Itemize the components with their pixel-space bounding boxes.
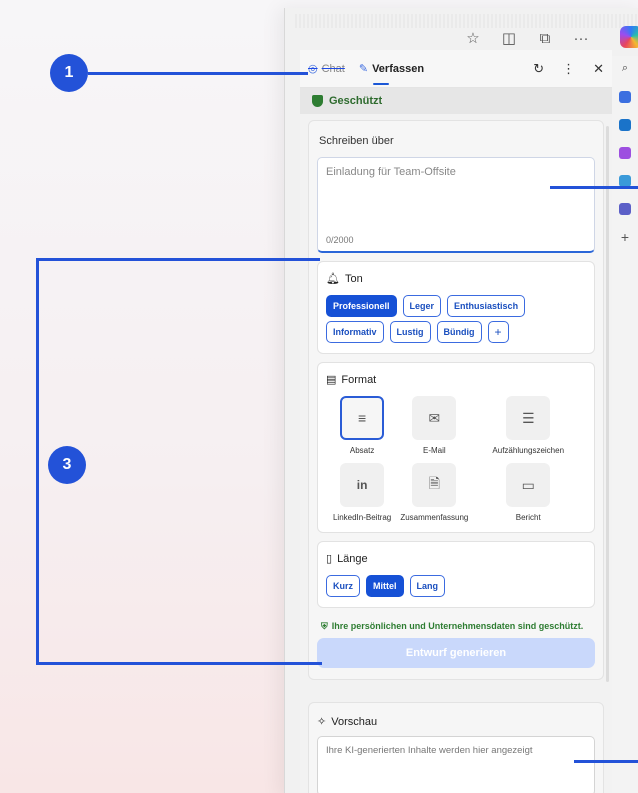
callout-3-line-bottom	[36, 662, 322, 665]
copilot-icon[interactable]	[620, 26, 638, 48]
paragraph-icon: ≡	[340, 396, 385, 440]
length-card: ▯ Länge Kurz Mittel Lang	[317, 541, 595, 608]
outlook-icon[interactable]	[619, 119, 631, 131]
write-about-label: Schreiben über	[319, 135, 394, 147]
compose-icon: ✎	[358, 63, 369, 75]
magic-wand-icon: ✧	[317, 716, 327, 728]
designer-icon[interactable]	[619, 147, 631, 159]
format-paragraph[interactable]: ≡ Absatz	[326, 396, 398, 455]
panel-actions: ↻ ⋮ ✕	[533, 61, 604, 77]
format-bullets[interactable]: ☰ Aufzählungszeichen	[470, 396, 586, 455]
preview-label: Vorschau	[331, 715, 378, 728]
close-icon[interactable]: ✕	[593, 61, 604, 77]
collections-icon[interactable]: ⧉	[536, 30, 554, 47]
chat-icon: ◎	[308, 63, 318, 75]
tone-informative[interactable]: Informativ	[326, 321, 384, 343]
length-medium[interactable]: Mittel	[366, 575, 404, 597]
format-linkedin-label: LinkedIn-Beitrag	[332, 513, 392, 522]
length-options: Kurz Mittel Lang	[326, 575, 586, 597]
summary-icon: 🗎︎	[412, 463, 457, 507]
shield-icon	[312, 95, 323, 107]
more-icon[interactable]: ···	[572, 30, 590, 47]
compose-form: Schreiben über Einladung für Team-Offsit…	[308, 120, 604, 680]
format-label: Format	[341, 373, 377, 386]
format-linkedin[interactable]: in LinkedIn-Beitrag	[326, 463, 398, 522]
report-icon: ▭	[506, 463, 551, 507]
length-short[interactable]: Kurz	[326, 575, 360, 597]
lock-shield-icon: ⛨	[321, 621, 328, 631]
callout-3: 3	[48, 446, 86, 484]
split-screen-icon[interactable]: ◫	[500, 29, 518, 47]
add-tone-button[interactable]: +	[487, 321, 509, 343]
callout-1-line	[88, 72, 308, 75]
preview-title: ✧ Vorschau	[317, 715, 595, 729]
length-icon: ▯	[326, 553, 333, 565]
format-card: ▤ Format ≡ Absatz ✉ E-Mail ☰ Aufzählungs…	[317, 362, 595, 533]
format-email-label: E-Mail	[422, 446, 446, 455]
callout-3-line-top	[36, 258, 320, 261]
teams-icon[interactable]	[619, 203, 631, 215]
format-summary-label: Zusammenfassung	[400, 513, 469, 522]
panel-tabs: ◎ Chat ✎ Verfassen ↻ ⋮ ✕	[300, 50, 612, 88]
format-paragraph-label: Absatz	[349, 446, 375, 455]
tone-options: Professionell Leger Enthusiastisch Infor…	[326, 295, 586, 343]
tone-icon: 🔔︎	[326, 273, 340, 285]
preview-placeholder: Ihre KI-generierten Inhalte werden hier …	[326, 745, 533, 756]
tab-compose[interactable]: ✎ Verfassen	[358, 62, 425, 85]
privacy-note: ⛨ Ihre persönlichen und Unternehmensdate…	[321, 620, 591, 632]
mail-icon: ✉	[412, 396, 457, 440]
search-icon[interactable]: ⌕	[622, 62, 628, 75]
character-counter: 0/2000	[326, 235, 354, 245]
tab-chat-label: Chat	[321, 62, 345, 75]
tone-title: 🔔︎ Ton	[326, 272, 586, 286]
format-bullets-label: Aufzählungszeichen	[492, 446, 565, 455]
protected-label: Geschützt	[329, 95, 383, 107]
tone-funny[interactable]: Lustig	[389, 321, 431, 343]
callout-3-line-vertical	[36, 258, 39, 664]
compose-panel: ◎ Chat ✎ Verfassen ↻ ⋮ ✕ Geschützt Schre…	[300, 50, 612, 793]
tab-chat[interactable]: ◎ Chat	[308, 62, 345, 76]
preview-output: Ihre KI-generierten Inhalte werden hier …	[317, 736, 595, 793]
bullet-list-icon: ☰	[506, 396, 551, 440]
format-email[interactable]: ✉ E-Mail	[398, 396, 470, 455]
write-about-input[interactable]: Einladung für Team-Offsite 0/2000	[317, 157, 595, 253]
protected-banner: Geschützt	[300, 88, 612, 114]
star-icon[interactable]: ☆	[464, 29, 482, 47]
length-title: ▯ Länge	[326, 552, 586, 566]
scrollbar[interactable]	[606, 126, 609, 682]
callout-4-line	[574, 760, 638, 763]
tone-label: Ton	[344, 272, 363, 285]
sidebar-strip: ⌕ +	[612, 56, 638, 793]
tone-professional[interactable]: Professionell	[326, 295, 397, 317]
callout-1: 1	[50, 54, 88, 92]
write-about-placeholder: Einladung für Team-Offsite	[326, 166, 456, 178]
privacy-note-text: Ihre persönlichen und Unternehmensdaten …	[331, 621, 584, 631]
length-label: Länge	[337, 552, 368, 565]
preview-section: ✧ Vorschau Ihre KI-generierten Inhalte w…	[308, 702, 604, 793]
callout-2-line	[550, 186, 638, 189]
copilot-app-icon[interactable]	[619, 91, 631, 103]
length-long[interactable]: Lang	[409, 575, 445, 597]
linkedin-icon: in	[340, 463, 385, 507]
format-report-label: Bericht	[515, 513, 541, 522]
more-vertical-icon[interactable]: ⋮	[562, 61, 575, 77]
tone-concise[interactable]: Bündig	[436, 321, 482, 343]
format-title: ▤ Format	[326, 373, 586, 387]
add-icon[interactable]: +	[621, 230, 629, 244]
generate-draft-button[interactable]: Entwurf generieren	[317, 638, 595, 668]
tone-card: 🔔︎ Ton Professionell Leger Enthusiastisc…	[317, 261, 595, 354]
format-options: ≡ Absatz ✉ E-Mail ☰ Aufzählungszeichen i…	[326, 396, 586, 522]
format-report[interactable]: ▭ Bericht	[470, 463, 586, 522]
tone-casual[interactable]: Leger	[402, 295, 442, 317]
browser-toolbar: ☆ ◫ ⧉ ···	[300, 24, 638, 52]
format-summary[interactable]: 🗎︎ Zusammenfassung	[398, 463, 470, 522]
format-icon: ▤	[326, 374, 337, 386]
refresh-icon[interactable]: ↻	[533, 61, 544, 77]
tone-enthusiastic[interactable]: Enthusiastisch	[447, 295, 526, 317]
tab-compose-label: Verfassen	[372, 62, 425, 75]
